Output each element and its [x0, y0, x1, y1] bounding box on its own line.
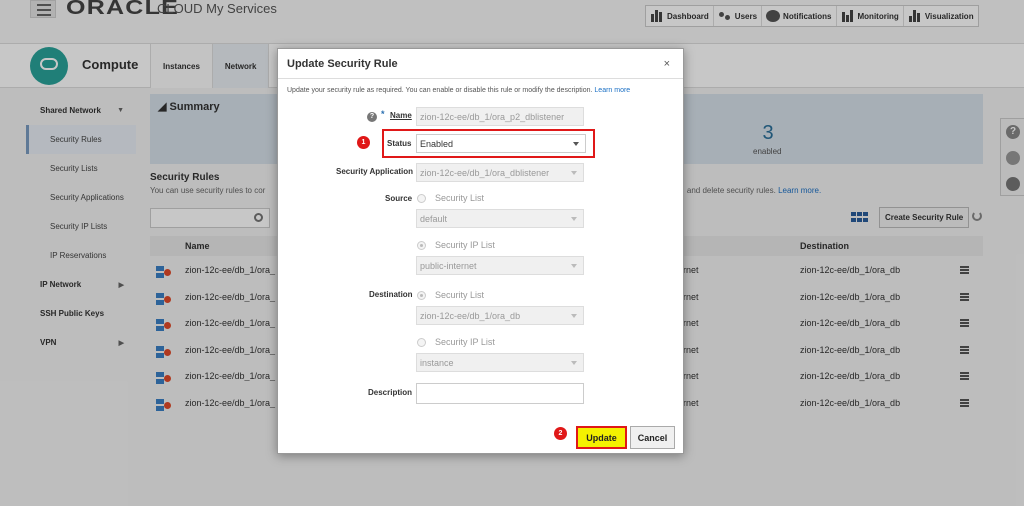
destination-security-ip-list-label: Security IP List	[435, 337, 495, 347]
dialog-learn-more-link[interactable]: Learn more	[594, 87, 630, 94]
source-security-list-radio	[417, 194, 426, 203]
destination-security-ip-list-radio	[417, 338, 426, 347]
name-label: Name	[390, 111, 412, 120]
destination-label: Destination	[369, 290, 413, 299]
destination-security-list-label: Security List	[435, 290, 485, 300]
update-button[interactable]: Update	[576, 426, 627, 449]
required-marker: *	[381, 109, 385, 119]
update-security-rule-dialog: Update Security Rule × Update your secur…	[277, 48, 684, 454]
destination-security-list-radio	[417, 291, 426, 300]
cancel-button[interactable]: Cancel	[630, 426, 675, 449]
help-icon[interactable]: ?	[367, 112, 377, 122]
step-2-badge: 2	[554, 427, 567, 440]
dialog-header: Update Security Rule ×	[278, 49, 683, 79]
name-field: zion-12c-ee/db_1/ora_p2_dblistener	[416, 107, 584, 126]
security-application-select: zion-12c-ee/db_1/ora_dblistener	[416, 163, 584, 182]
step-1-badge: 1	[357, 136, 370, 149]
description-label: Description	[368, 388, 413, 397]
description-input[interactable]	[416, 383, 584, 404]
source-security-list-select: default	[416, 209, 584, 228]
close-icon[interactable]: ×	[664, 58, 670, 70]
status-label: Status	[387, 139, 412, 148]
source-security-ip-list-label: Security IP List	[435, 240, 495, 250]
dialog-title: Update Security Rule	[287, 58, 398, 70]
source-security-ip-list-radio	[417, 241, 426, 250]
source-label: Source	[385, 194, 413, 203]
dialog-description: Update your security rule as required. Y…	[287, 87, 631, 94]
status-select[interactable]: Enabled	[416, 134, 586, 153]
source-security-list-label: Security List	[435, 193, 485, 203]
destination-security-list-select: zion-12c-ee/db_1/ora_db	[416, 306, 584, 325]
security-application-label: Security Application	[336, 167, 414, 176]
destination-security-ip-list-select: instance	[416, 353, 584, 372]
source-security-ip-list-select: public-internet	[416, 256, 584, 275]
